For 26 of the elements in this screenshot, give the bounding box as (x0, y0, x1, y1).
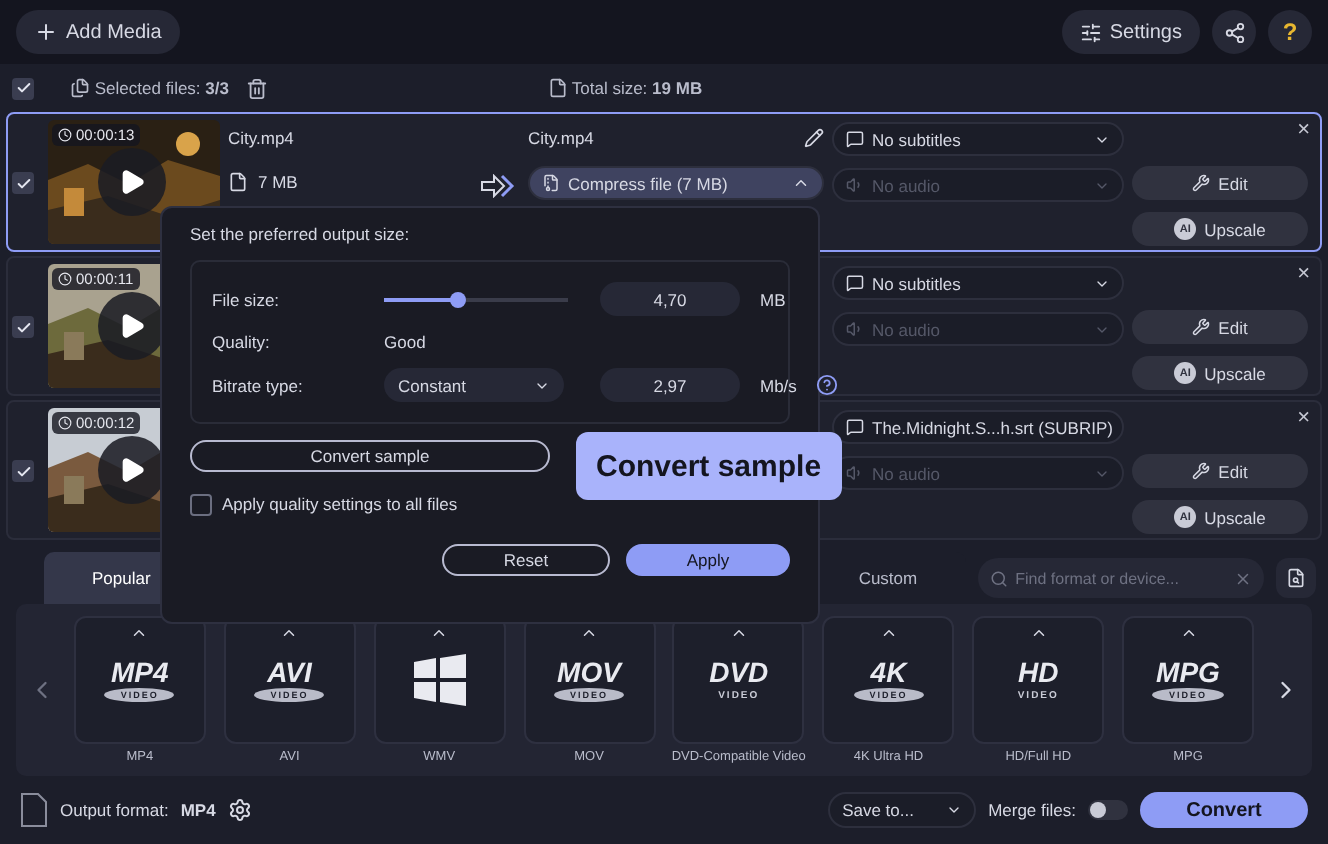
format-logo: MOV (557, 658, 621, 686)
selected-files-label: Selected files: (94, 78, 201, 98)
format-logo: MP4 (110, 658, 169, 686)
output-file-name: City.mp4 (528, 128, 594, 148)
format-logo: HD (1018, 657, 1059, 685)
file-size: 7 MB (258, 172, 298, 192)
popup-title: Set the preferred output size: (190, 224, 412, 244)
callout-tooltip: Convert sample (576, 432, 842, 500)
bitrate-unit: Mb/s (760, 375, 797, 395)
merge-files-label: Merge files: (988, 800, 1076, 820)
quality-label: Quality: (212, 332, 272, 352)
bitrate-type-label: Bitrate type: (212, 375, 305, 395)
apply-all-label: Apply quality settings to all files (222, 494, 458, 514)
selected-files-count: 3/3 (205, 78, 229, 98)
format-logo: AVI (267, 658, 312, 686)
file-name: City.mp4 (228, 128, 294, 148)
output-format-label: Output format: (60, 800, 169, 820)
file-size-unit: MB (760, 289, 788, 309)
format-logo: 4K (870, 658, 907, 686)
output-format-value: MP4 (180, 800, 216, 820)
total-size-value: 19 MB (652, 78, 703, 98)
total-size-label: Total size: (571, 78, 648, 98)
format-logo: MPG (1156, 658, 1220, 686)
format-logo: DVD (709, 657, 769, 685)
quality-value: Good (384, 332, 428, 352)
file-size-label: File size: (212, 289, 282, 309)
